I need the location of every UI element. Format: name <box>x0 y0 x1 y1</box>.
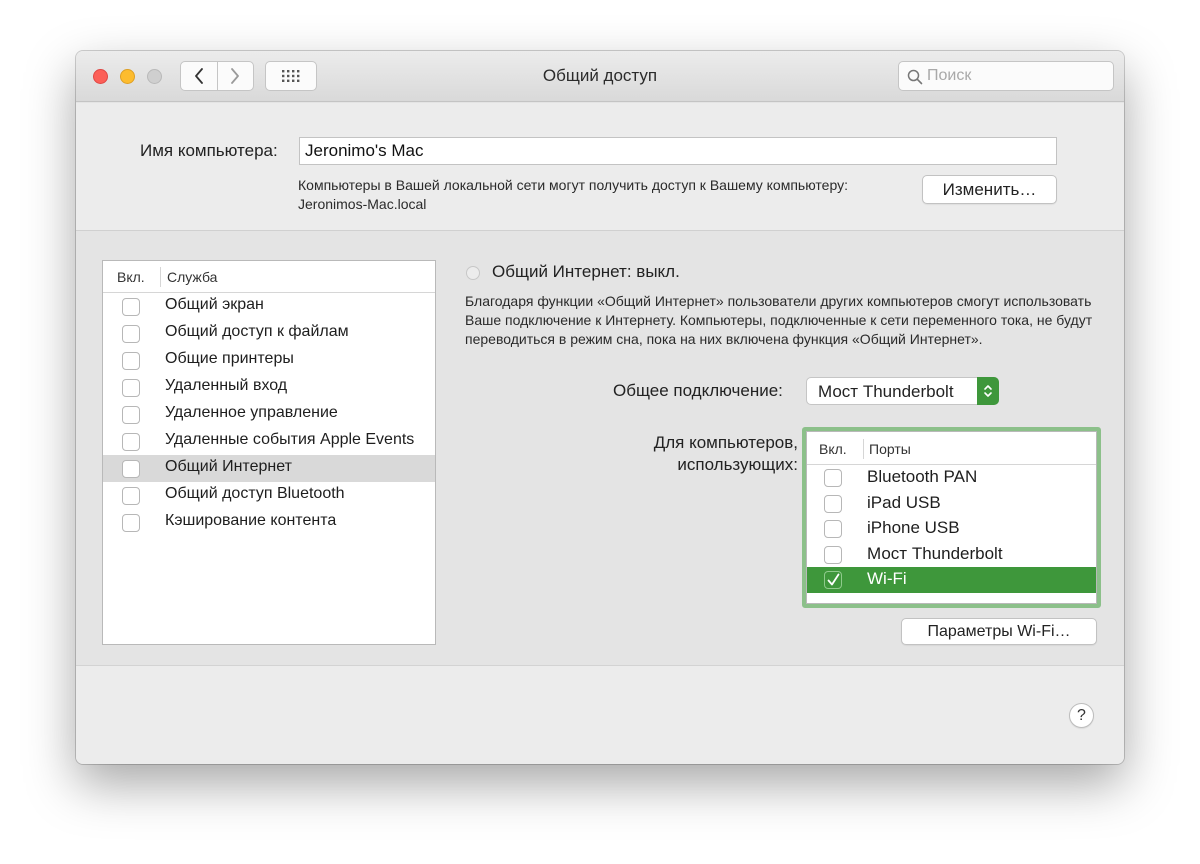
checkbox[interactable] <box>824 520 842 538</box>
port-row-label: iPad USB <box>867 492 941 512</box>
shared-connection-value: Мост Thunderbolt <box>818 382 954 401</box>
change-button[interactable]: Изменить… <box>922 175 1057 204</box>
port-row-label: Wi-Fi <box>867 569 907 588</box>
checkbox[interactable] <box>122 352 140 370</box>
stepper-arrows-icon <box>977 377 999 405</box>
service-row[interactable]: Общий экран <box>103 293 435 320</box>
services-table-header: Вкл. Служба <box>103 261 435 293</box>
for-computers-label: Для компьютеров, использующих: <box>653 433 798 474</box>
service-row-label: Удаленный вход <box>165 377 288 394</box>
service-row-label: Общий доступ Bluetooth <box>165 485 345 502</box>
service-row[interactable]: Удаленный вход <box>103 374 435 401</box>
checkbox[interactable] <box>122 460 140 478</box>
column-header-on[interactable]: Вкл. <box>819 441 847 457</box>
service-row[interactable]: Общий доступ к файлам <box>103 320 435 347</box>
column-header-on[interactable]: Вкл. <box>117 269 145 285</box>
column-divider <box>160 267 161 287</box>
checkbox[interactable] <box>122 514 140 532</box>
port-row[interactable]: Мост Thunderbolt <box>807 542 1096 568</box>
checkbox[interactable] <box>824 545 842 564</box>
column-divider <box>863 439 864 459</box>
checkbox[interactable] <box>122 298 140 316</box>
port-row-label: iPhone USB <box>867 518 960 537</box>
computer-name-pane: Имя компьютера: Компьютеры в Вашей локал… <box>76 103 1124 231</box>
service-row[interactable]: Кэширование контента <box>103 509 435 536</box>
port-row[interactable]: Bluetooth PAN <box>807 465 1096 491</box>
service-row-label: Удаленные события Apple Events <box>165 431 415 448</box>
checkbox[interactable] <box>122 406 140 424</box>
service-row-label: Общий доступ к файлам <box>165 323 349 340</box>
help-button[interactable]: ? <box>1069 703 1094 728</box>
checkmark-icon <box>827 573 840 586</box>
bottom-pane <box>76 665 1124 764</box>
checkbox[interactable] <box>122 433 140 451</box>
wifi-options-button[interactable]: Параметры Wi-Fi… <box>901 618 1097 645</box>
shared-connection-label: Общее подключение: <box>613 381 783 400</box>
column-header-ports[interactable]: Порты <box>869 441 911 457</box>
checkbox[interactable] <box>122 325 140 343</box>
services-list: Общий экран Общий доступ к файлам Общие пр… <box>103 293 435 536</box>
search-input[interactable] <box>927 66 1107 86</box>
internet-status-indicator <box>466 266 480 280</box>
port-row[interactable]: iPhone USB <box>807 516 1096 542</box>
checkbox[interactable] <box>824 469 842 487</box>
services-table: Вкл. Служба Общий экран Общий доступ к фа… <box>102 260 436 645</box>
internet-sharing-description: Благодаря функции «Общий Интернет» польз… <box>465 293 1093 347</box>
service-row-label: Кэширование контента <box>165 512 337 529</box>
ports-table: Вкл. Порты Bluetooth PAN iPad USB iPhone U… <box>806 431 1097 604</box>
preferences-window: Общий доступ Имя компьютера: Компьютеры … <box>76 51 1124 764</box>
service-row-label: Общий экран <box>165 296 264 313</box>
ports-list: Bluetooth PAN iPad USB iPhone USB Мост Thun… <box>807 465 1096 593</box>
checkbox[interactable] <box>122 487 140 505</box>
titlebar: Общий доступ <box>76 51 1124 102</box>
service-row[interactable]: Удаленное управление <box>103 401 435 428</box>
search-icon <box>907 69 923 85</box>
checkbox[interactable] <box>122 379 140 397</box>
port-row-label: Мост Thunderbolt <box>867 543 1003 563</box>
ports-table-header: Вкл. Порты <box>807 432 1096 465</box>
computer-name-field[interactable] <box>299 137 1057 165</box>
ports-table-focus-ring: Вкл. Порты Bluetooth PAN iPad USB iPhone U… <box>802 427 1101 608</box>
service-row[interactable]: Общий доступ Bluetooth <box>103 482 435 509</box>
port-row[interactable]: Wi-Fi <box>807 567 1096 593</box>
search-field[interactable] <box>898 61 1114 91</box>
service-row-label: Общий Интернет <box>165 458 292 475</box>
service-row-label: Удаленное управление <box>165 404 338 421</box>
computer-name-label: Имя компьютера: <box>140 141 278 160</box>
service-row[interactable]: Общий Интернет <box>103 455 435 482</box>
port-row[interactable]: iPad USB <box>807 491 1096 517</box>
checkbox[interactable] <box>824 571 842 589</box>
internet-sharing-status: Общий Интернет: выкл. <box>492 262 680 281</box>
column-header-service[interactable]: Служба <box>167 269 217 285</box>
service-row-label: Общие принтеры <box>165 350 294 367</box>
shared-connection-popup[interactable]: Мост Thunderbolt <box>806 377 999 405</box>
port-row-label: Bluetooth PAN <box>867 467 978 486</box>
service-row[interactable]: Удаленные события Apple Events <box>103 428 435 455</box>
computer-name-description: Компьютеры в Вашей локальной сети могут … <box>298 177 848 212</box>
checkbox[interactable] <box>824 494 842 513</box>
service-row[interactable]: Общие принтеры <box>103 347 435 374</box>
